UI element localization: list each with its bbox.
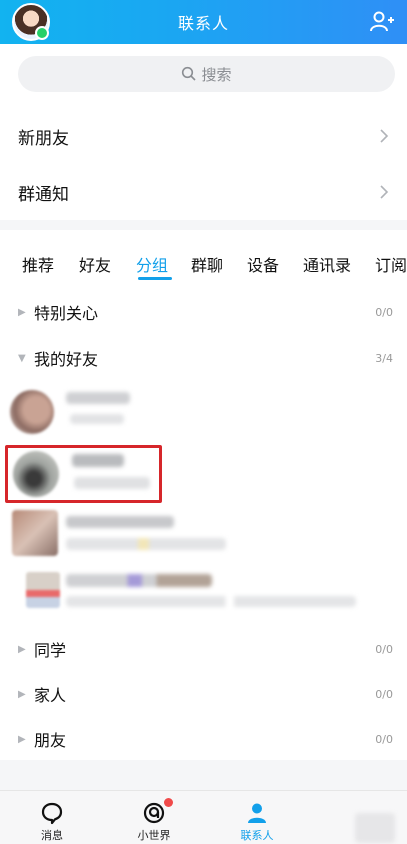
contacts-screen: 联系人 搜索 新朋友 群通知 推荐 好友 分组 群聊 设备 通讯录 订阅 ▶ 特… bbox=[0, 0, 407, 844]
friend-row[interactable] bbox=[0, 506, 407, 564]
group-count: 0/0 bbox=[375, 732, 393, 746]
group-count: 3/4 bbox=[375, 351, 393, 365]
message-icon bbox=[41, 802, 63, 825]
blurred-name bbox=[66, 574, 212, 587]
blurred-name bbox=[66, 516, 174, 528]
notification-badge bbox=[164, 798, 173, 807]
nav-small-world[interactable]: 小世界 bbox=[114, 791, 194, 844]
category-tabs: 推荐 好友 分组 群聊 设备 通讯录 订阅 bbox=[0, 230, 407, 292]
collapsed-arrow-icon: ▶ bbox=[18, 643, 26, 655]
avatar[interactable] bbox=[12, 3, 50, 41]
group-name: 我的好友 bbox=[34, 350, 99, 369]
group-my-friends[interactable]: ▼ 我的好友 3/4 bbox=[0, 338, 407, 378]
nav-contacts[interactable]: 联系人 bbox=[217, 791, 297, 844]
friend-row[interactable] bbox=[0, 384, 407, 442]
expanded-arrow-icon: ▼ bbox=[18, 352, 26, 364]
blurred-status bbox=[66, 538, 226, 550]
header-bar: 联系人 bbox=[0, 0, 407, 44]
group-count: 0/0 bbox=[375, 687, 393, 701]
blurred-status bbox=[66, 596, 356, 607]
new-friends-row[interactable]: 新朋友 bbox=[0, 108, 407, 164]
tab-devices[interactable]: 设备 bbox=[247, 252, 279, 276]
tab-recommend[interactable]: 推荐 bbox=[22, 252, 54, 276]
blurred-status bbox=[70, 414, 124, 424]
blurred-name bbox=[66, 392, 130, 404]
nav-messages[interactable]: 消息 bbox=[12, 791, 92, 844]
nav-label: 消息 bbox=[41, 829, 63, 842]
friend-avatar bbox=[26, 572, 60, 608]
group-name: 特别关心 bbox=[34, 304, 99, 323]
new-friends-label: 新朋友 bbox=[18, 128, 69, 149]
search-placeholder: 搜索 bbox=[201, 65, 232, 84]
search-section: 搜索 bbox=[0, 44, 407, 108]
contacts-icon bbox=[248, 803, 266, 823]
group-name: 同学 bbox=[34, 641, 67, 660]
group-friends[interactable]: ▶ 朋友 0/0 bbox=[0, 719, 407, 759]
blurred-corner bbox=[355, 813, 395, 843]
active-tab-indicator bbox=[138, 277, 172, 280]
group-notice-label: 群通知 bbox=[18, 184, 69, 205]
friend-avatar bbox=[12, 510, 58, 556]
chevron-right-icon bbox=[380, 185, 389, 199]
group-special-care[interactable]: ▶ 特别关心 0/0 bbox=[0, 292, 407, 332]
search-input[interactable]: 搜索 bbox=[18, 56, 395, 92]
collapsed-arrow-icon: ▶ bbox=[18, 733, 26, 745]
friend-row[interactable] bbox=[0, 566, 407, 622]
group-list: ▶ 特别关心 0/0 ▼ 我的好友 3/4 ▶ 同学 0/0 ▶ 家人 0/0 … bbox=[0, 292, 407, 760]
friend-avatar bbox=[10, 390, 54, 434]
collapsed-arrow-icon: ▶ bbox=[18, 688, 26, 700]
highlight-box bbox=[5, 445, 162, 503]
group-name: 朋友 bbox=[34, 731, 67, 750]
chevron-right-icon bbox=[380, 129, 389, 143]
tab-group-chats[interactable]: 群聊 bbox=[191, 252, 223, 276]
group-family[interactable]: ▶ 家人 0/0 bbox=[0, 674, 407, 714]
collapsed-arrow-icon: ▶ bbox=[18, 306, 26, 318]
group-count: 0/0 bbox=[375, 305, 393, 319]
page-title: 联系人 bbox=[177, 14, 229, 33]
tab-groups[interactable]: 分组 bbox=[136, 252, 168, 276]
tab-friends[interactable]: 好友 bbox=[79, 252, 111, 276]
group-notice-row[interactable]: 群通知 bbox=[0, 164, 407, 220]
nav-label: 联系人 bbox=[240, 829, 274, 842]
group-name: 家人 bbox=[34, 686, 67, 705]
add-contact-icon[interactable] bbox=[369, 9, 395, 35]
small-world-icon bbox=[143, 802, 165, 824]
tab-subscriptions[interactable]: 订阅 bbox=[375, 252, 407, 276]
group-classmates[interactable]: ▶ 同学 0/0 bbox=[0, 629, 407, 669]
search-icon bbox=[182, 66, 197, 81]
tab-address-book[interactable]: 通讯录 bbox=[303, 252, 351, 276]
group-count: 0/0 bbox=[375, 642, 393, 656]
nav-label: 小世界 bbox=[137, 829, 171, 842]
bottom-nav: 消息 小世界 联系人 bbox=[0, 790, 407, 844]
